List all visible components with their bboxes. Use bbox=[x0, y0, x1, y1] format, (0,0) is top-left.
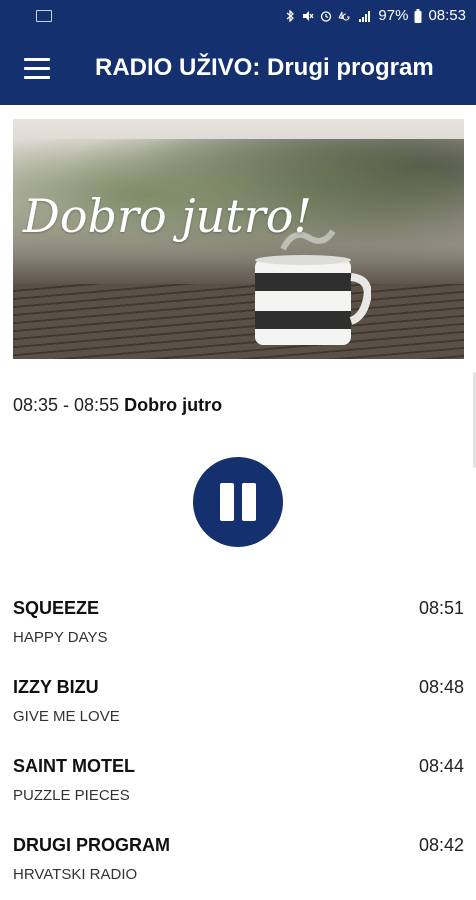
track-time: 08:44 bbox=[418, 756, 464, 776]
mute-icon bbox=[303, 10, 314, 21]
app-bar: RADIO UŽIVO: Drugi program bbox=[0, 34, 476, 105]
alarm-icon bbox=[321, 10, 332, 22]
signal-4g-icon bbox=[338, 11, 350, 21]
program-time-range: 08:35 - 08:55 bbox=[13, 395, 120, 415]
notification-icon bbox=[36, 10, 52, 22]
status-bar: 97% 08:53 bbox=[0, 0, 476, 34]
page-title: RADIO UŽIVO: Drugi program bbox=[95, 54, 434, 81]
battery-icon bbox=[414, 8, 422, 23]
track-row[interactable]: SAINT MOTEL PUZZLE PIECES 08:44 bbox=[13, 756, 464, 816]
hamburger-menu-icon[interactable] bbox=[24, 58, 52, 82]
track-time: 08:51 bbox=[418, 598, 464, 618]
now-playing-program: 08:35 - 08:55 Dobro jutro bbox=[13, 395, 222, 416]
bluetooth-icon bbox=[287, 9, 295, 22]
track-row[interactable]: DRUGI PROGRAM HRVATSKI RADIO 08:42 bbox=[13, 835, 464, 895]
track-song: PUZZLE PIECES bbox=[13, 787, 130, 804]
track-row[interactable]: SQUEEZE HAPPY DAYS 08:51 bbox=[13, 598, 464, 658]
program-name: Dobro jutro bbox=[124, 395, 223, 415]
track-song: GIVE ME LOVE bbox=[13, 708, 120, 725]
track-artist: SAINT MOTEL bbox=[13, 756, 135, 776]
coffee-cup-illustration bbox=[255, 229, 371, 345]
track-artist: DRUGI PROGRAM bbox=[13, 835, 170, 855]
track-artist: SQUEEZE bbox=[13, 598, 100, 618]
track-row[interactable]: IZZY BIZU GIVE ME LOVE 08:48 bbox=[13, 677, 464, 737]
track-song: HAPPY DAYS bbox=[13, 629, 108, 646]
track-time: 08:42 bbox=[418, 835, 464, 855]
status-time: 08:53 bbox=[428, 7, 466, 24]
pause-icon bbox=[220, 483, 234, 521]
program-image: Dobro jutro! bbox=[13, 119, 464, 359]
track-artist: IZZY BIZU bbox=[13, 677, 99, 697]
pause-button[interactable] bbox=[193, 457, 283, 547]
battery-percent: 97% bbox=[378, 7, 409, 24]
hero-greeting: Dobro jutro! bbox=[23, 189, 312, 243]
track-song: HRVATSKI RADIO bbox=[13, 866, 138, 883]
signal-bars-icon bbox=[359, 10, 371, 22]
status-icons: 97% 08:53 bbox=[284, 7, 466, 24]
track-time: 08:48 bbox=[418, 677, 464, 697]
